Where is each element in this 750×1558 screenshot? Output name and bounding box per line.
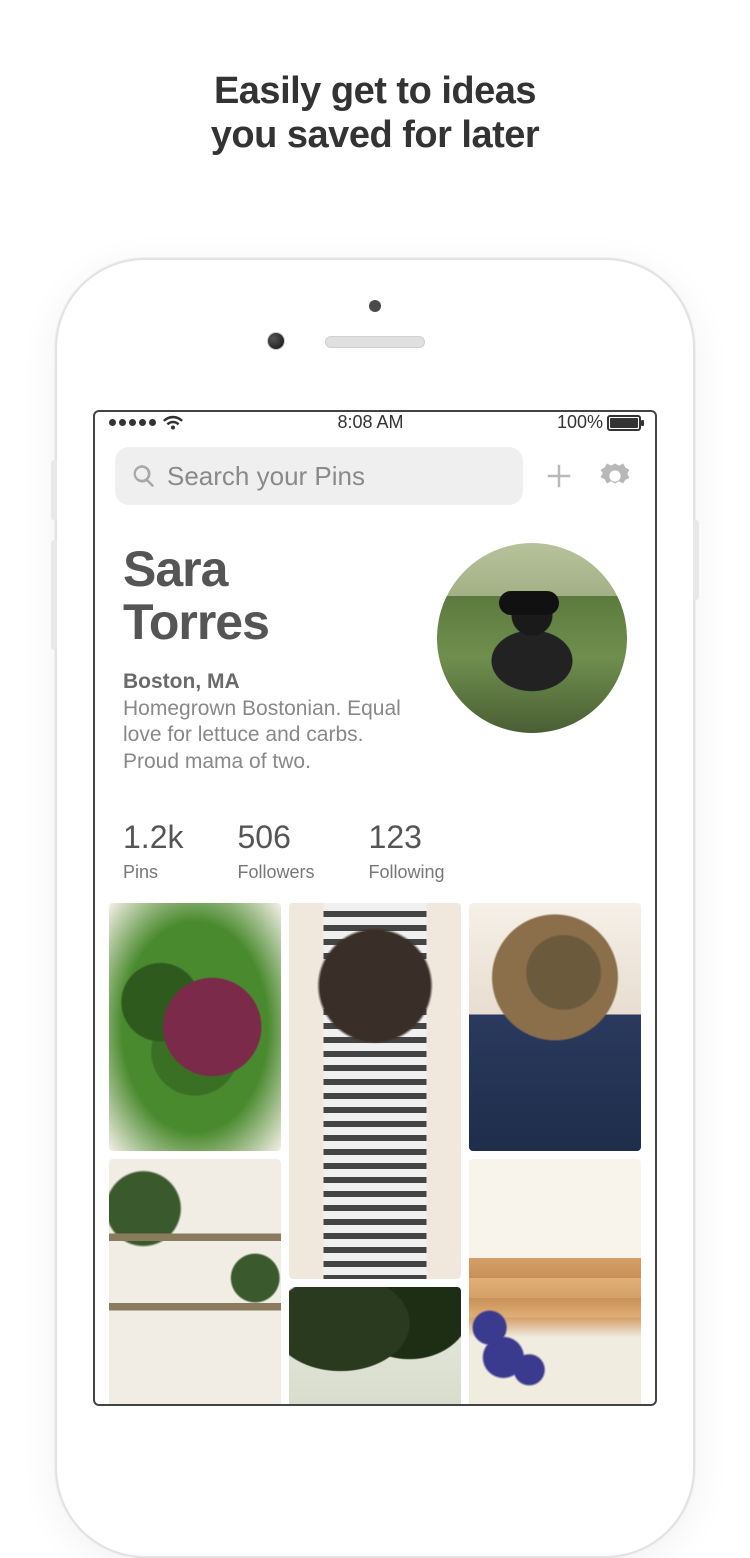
front-camera [267,332,285,350]
phone-screen: 8:08 AM 100% Search your Pins [93,410,657,1406]
stat-pins[interactable]: 1.2k Pins [123,819,183,883]
settings-button[interactable] [595,456,635,496]
pin-item[interactable] [289,903,461,1279]
promo-line-1: Easily get to ideas [214,70,536,112]
promo-headline: Easily get to ideas you saved for later [0,70,750,157]
add-button[interactable] [539,456,579,496]
search-icon [131,463,157,489]
phone-frame: 8:08 AM 100% Search your Pins [55,258,695,1558]
profile-first-name: Sara [123,541,227,597]
battery-icon [607,415,641,431]
pin-item[interactable] [109,903,281,1151]
profile-section: Sara Torres Boston, MA Homegrown Bostoni… [95,515,655,775]
app-header: Search your Pins [95,433,655,515]
profile-bio: Homegrown Bostonian. Equal love for lett… [123,696,421,775]
battery-percent: 100% [557,412,603,433]
speaker-grill [325,336,425,348]
wifi-icon [162,415,184,431]
proximity-sensor [369,300,381,312]
profile-location: Boston, MA [123,670,421,694]
profile-last-name: Torres [123,594,269,650]
stat-pins-label: Pins [123,862,183,883]
gear-icon [600,461,630,491]
stat-following-count: 123 [369,819,445,856]
stat-followers-count: 506 [237,819,314,856]
promo-line-2: you saved for later [211,114,539,156]
signal-dots-icon [109,419,156,426]
pin-item[interactable] [469,903,641,1151]
avatar[interactable] [437,543,627,733]
stat-pins-count: 1.2k [123,819,183,856]
plus-icon [544,461,574,491]
stat-following[interactable]: 123 Following [369,819,445,883]
profile-name: Sara Torres [123,543,421,648]
profile-stats: 1.2k Pins 506 Followers 123 Following [95,775,655,903]
search-input[interactable]: Search your Pins [115,447,523,505]
pin-item[interactable] [469,1159,641,1406]
search-placeholder: Search your Pins [167,461,365,492]
stat-followers-label: Followers [237,862,314,883]
status-bar: 8:08 AM 100% [95,412,655,433]
pin-item[interactable] [109,1159,281,1406]
pins-grid [95,903,655,1406]
stat-followers[interactable]: 506 Followers [237,819,314,883]
status-time: 8:08 AM [337,412,403,433]
stat-following-label: Following [369,862,445,883]
pin-item[interactable] [289,1287,461,1406]
